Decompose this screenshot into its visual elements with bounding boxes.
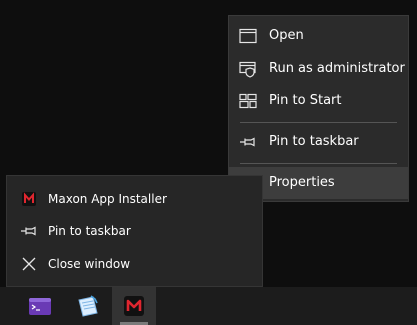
pin-icon: [240, 137, 255, 147]
menu-separator: [240, 163, 397, 164]
pin-to-start-icon: [239, 93, 257, 109]
terminal-app-icon: [29, 298, 51, 315]
jump-item-label: Close window: [48, 257, 131, 271]
pin-icon: [21, 226, 36, 236]
jump-item-app[interactable]: Maxon App Installer: [7, 183, 262, 215]
jump-item-close-window[interactable]: Close window: [7, 248, 262, 280]
menu-separator: [240, 122, 397, 123]
maxon-app-icon: [124, 296, 144, 316]
menu-item-label: Pin to taskbar: [269, 134, 359, 149]
jump-item-label: Maxon App Installer: [48, 192, 167, 206]
taskbar-jump-list: Maxon App Installer Pin to taskbar Close…: [6, 175, 263, 287]
menu-item-label: Open: [269, 28, 304, 43]
window-icon: [239, 28, 257, 44]
context-menu: Open Run as administrator Pin to Start P…: [228, 15, 409, 202]
taskbar: [0, 287, 417, 325]
notepad-app-icon: [78, 295, 98, 317]
jump-item-pin-to-taskbar[interactable]: Pin to taskbar: [7, 215, 262, 247]
shield-icon: [239, 61, 256, 78]
jump-item-label: Pin to taskbar: [48, 224, 131, 238]
taskbar-maxon-button[interactable]: [112, 287, 156, 325]
menu-item-label: Pin to Start: [269, 93, 342, 108]
menu-item-pin-to-start[interactable]: Pin to Start: [229, 85, 408, 117]
menu-item-label: Properties: [269, 175, 335, 190]
taskbar-terminal-button[interactable]: [18, 287, 62, 325]
menu-item-pin-to-taskbar[interactable]: Pin to taskbar: [229, 126, 408, 158]
taskbar-notepad-button[interactable]: [66, 287, 110, 325]
menu-item-run-as-administrator[interactable]: Run as administrator: [229, 53, 408, 85]
close-icon: [22, 257, 36, 271]
menu-item-open[interactable]: Open: [229, 20, 408, 52]
maxon-logo-icon: [22, 192, 36, 206]
menu-item-label: Run as administrator: [269, 61, 405, 76]
